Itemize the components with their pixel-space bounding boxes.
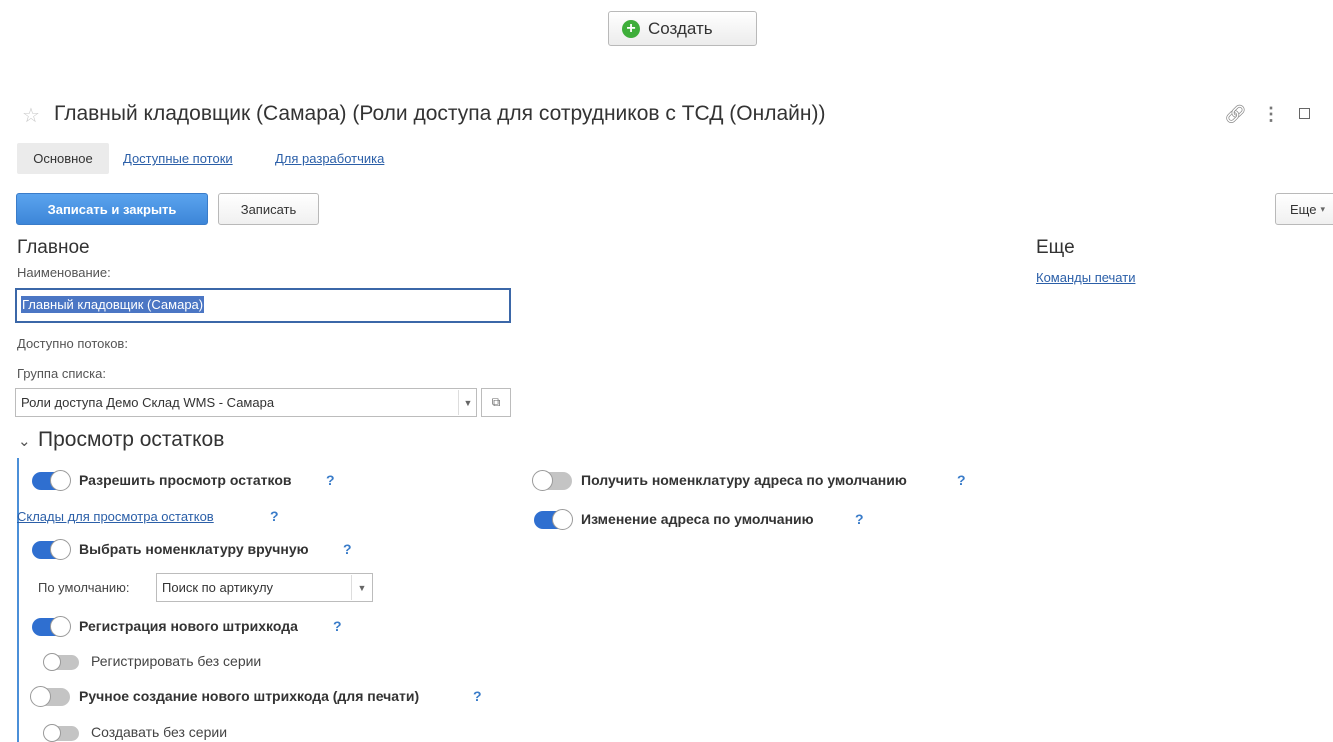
chevron-down-icon[interactable]: ▼ [351,575,372,600]
create-button-label: Создать [648,18,713,38]
save-button[interactable]: Записать [218,193,319,225]
help-icon[interactable]: ? [343,541,352,557]
more-actions-button[interactable]: Еще ▾ [1275,193,1333,225]
create-no-series-toggle[interactable] [43,724,79,742]
manual-barcode-toggle[interactable] [30,686,70,707]
default-address-item-label: Получить номенклатуру адреса по умолчани… [581,472,907,488]
chevron-down-icon: ▾ [1320,203,1325,214]
chevron-down-icon[interactable]: ⌄ [18,432,31,450]
new-barcode-label: Регистрация нового штрихкода [79,618,298,634]
help-icon[interactable]: ? [855,511,864,527]
more-vertical-icon[interactable]: ⋮ [1262,104,1280,125]
help-icon[interactable]: ? [326,472,335,488]
help-icon[interactable]: ? [333,618,342,634]
side-section-heading: Еще [1036,237,1075,258]
register-no-series-label: Регистрировать без серии [91,653,262,669]
group-select[interactable]: Роли доступа Демо Склад WMS - Самара [15,388,477,417]
warehouses-link[interactable]: Склады для просмотра остатков [17,509,214,524]
maximize-icon[interactable] [1299,108,1310,119]
print-commands-link[interactable]: Команды печати [1036,270,1135,285]
more-actions-label: Еще [1290,201,1317,217]
name-label: Наименование: [17,265,111,280]
save-and-close-button[interactable]: Записать и закрыть [16,193,208,225]
name-input-value: Главный кладовщик (Самара) [21,296,205,313]
form-title: Главный кладовщик (Самара) (Роли доступа… [54,102,826,125]
help-icon[interactable]: ? [957,472,966,488]
threads-label: Доступно потоков: [17,336,128,351]
create-button[interactable]: + Создать [608,11,757,46]
plus-circle-icon: + [622,19,640,38]
register-no-series-toggle[interactable] [43,653,79,671]
favorite-star-icon[interactable]: ☆ [22,103,40,128]
help-icon[interactable]: ? [270,508,279,524]
default-search-value: Поиск по артикулу [162,580,274,595]
group-label: Группа списка: [17,366,106,381]
change-default-address-toggle[interactable] [534,509,573,530]
change-default-address-label: Изменение адреса по умолчанию [581,511,814,527]
link-icon[interactable]: 🔗︎ [1224,104,1247,125]
allow-view-toggle[interactable] [32,470,71,491]
tab-developer[interactable]: Для разработчика [275,151,384,166]
tab-main[interactable]: Основное [17,143,109,174]
tab-available-threads[interactable]: Доступные потоки [123,151,233,166]
stock-section-title[interactable]: Просмотр остатков [38,428,224,452]
default-search-select[interactable]: Поиск по артикулу [156,573,373,602]
group-select-value: Роли доступа Демо Склад WMS - Самара [21,395,275,410]
manual-item-toggle[interactable] [32,539,71,560]
help-icon[interactable]: ? [473,688,482,704]
default-address-item-toggle[interactable] [532,470,572,491]
open-icon[interactable]: ⧉ [481,388,511,417]
allow-view-label: Разрешить просмотр остатков [79,472,292,488]
default-label: По умолчанию: [38,580,130,595]
name-input[interactable]: Главный кладовщик (Самара) [15,288,511,323]
manual-barcode-label: Ручное создание нового штрихкода (для пе… [79,688,420,704]
main-section-heading: Главное [17,237,90,258]
section-indicator [17,458,19,742]
manual-item-label: Выбрать номенклатуру вручную [79,541,309,557]
new-barcode-toggle[interactable] [32,616,71,637]
chevron-down-icon[interactable]: ▼ [458,390,477,415]
create-no-series-label: Создавать без серии [91,724,228,740]
